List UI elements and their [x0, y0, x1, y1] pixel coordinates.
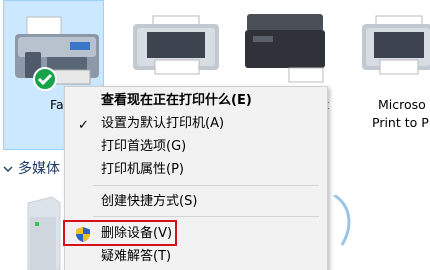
menu-item-label: 疑难解答(T) — [101, 249, 172, 264]
menu-separator — [93, 216, 319, 217]
menu-item-troubleshoot[interactable]: 疑难解答(T) — [65, 246, 327, 268]
menu-item-label: 创建快捷方式(S) — [101, 194, 198, 209]
fax-printer-icon[interactable] — [15, 12, 105, 92]
menu-item-create-shortcut[interactable]: 创建快捷方式(S) — [65, 191, 327, 213]
menu-item-label: 打印机属性(P) — [101, 162, 184, 177]
printer-icon[interactable] — [133, 12, 219, 82]
media-device-icon[interactable] — [22, 195, 62, 270]
section-header-multimedia[interactable]: 多媒体 — [18, 158, 60, 178]
printer-icon[interactable] — [362, 12, 430, 82]
printer-label: Microso — [378, 97, 426, 112]
menu-item-set-default-printer[interactable]: ✓ 设置为默认打印机(A) — [65, 113, 327, 135]
annotation-highlight-box — [63, 220, 177, 246]
chevron-down-icon[interactable] — [2, 160, 14, 178]
printer-label-line2: Print to P — [372, 115, 429, 130]
menu-item-printer-properties[interactable]: 打印机属性(P) — [65, 159, 327, 181]
checkmark-icon: ✓ — [78, 118, 89, 133]
menu-item-label: 打印首选项(G) — [101, 139, 187, 154]
menu-item-label: 设置为默认打印机(A) — [101, 116, 225, 131]
menu-item-see-whats-printing[interactable]: 查看现在正在打印什么(E) — [65, 90, 327, 112]
media-device-icon[interactable] — [330, 195, 360, 270]
default-checkmark-icon — [33, 67, 57, 91]
printer-label: Fa — [50, 97, 64, 112]
menu-item-label: 查看现在正在打印什么(E) — [101, 93, 252, 108]
menu-item-printing-preferences[interactable]: 打印首选项(G) — [65, 136, 327, 158]
laser-printer-icon[interactable] — [245, 12, 325, 84]
menu-separator — [93, 185, 319, 186]
